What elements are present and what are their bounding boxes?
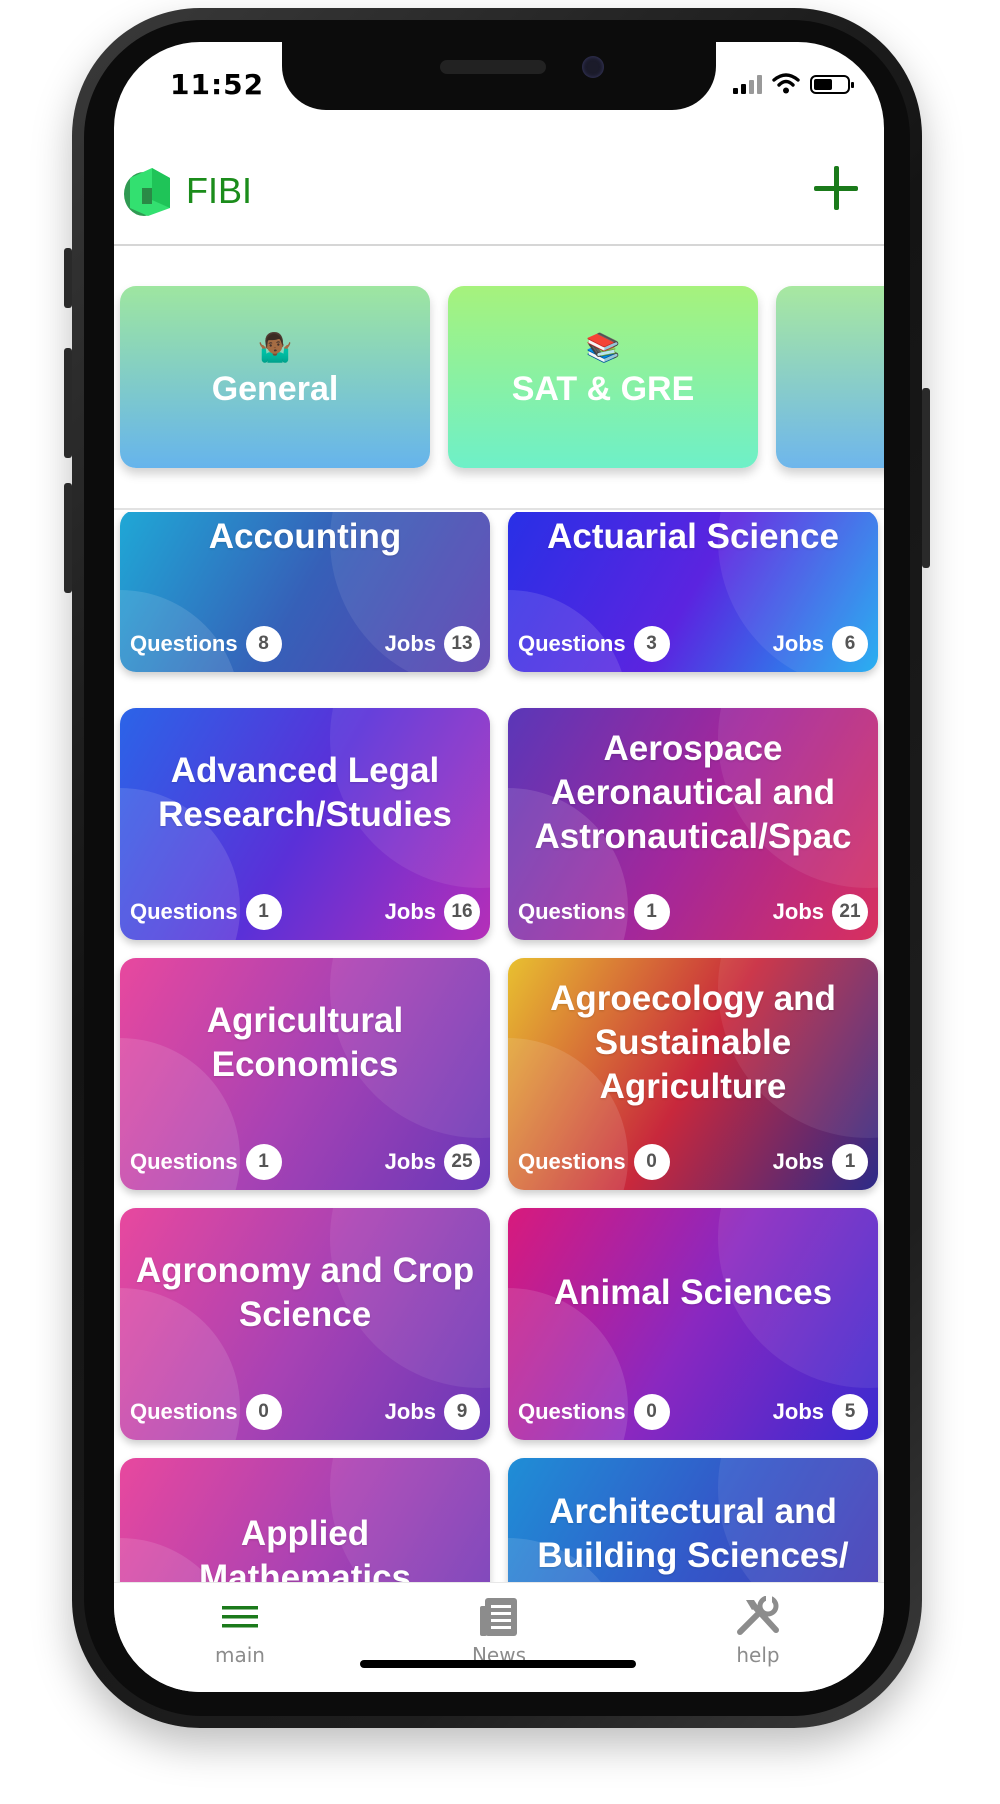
shrug-icon: 🤷🏾‍♂️	[257, 332, 293, 363]
front-camera	[582, 56, 604, 78]
tab-help[interactable]: help	[688, 1591, 828, 1667]
subject-card[interactable]: Applied Mathematics	[120, 1458, 490, 1582]
jobs-label: Jobs	[384, 1399, 436, 1424]
subject-title: Animal Sciences	[553, 1273, 833, 1312]
jobs-label: Jobs	[384, 631, 436, 656]
subject-title: Architectural and Building Sciences/	[537, 1492, 849, 1575]
jobs-label: Jobs	[772, 899, 824, 924]
subject-title: Agroecology and Sustainable Agriculture	[550, 979, 836, 1106]
app-screen: 11:52 FIBI 🤷🏾‍♂️ General 📚	[114, 42, 884, 1692]
jobs-count: 16	[444, 894, 480, 930]
category-card-general[interactable]: 🤷🏾‍♂️ General	[120, 286, 430, 468]
subject-stats: Questions 0 Jobs 1	[518, 1144, 868, 1180]
subject-title: Actuarial Science	[547, 517, 839, 556]
subject-card[interactable]: Actuarial Science Questions 3 Jobs 6	[508, 512, 878, 672]
questions-label: Questions	[518, 1399, 626, 1424]
jobs-label: Jobs	[384, 1149, 436, 1174]
subject-card[interactable]: Animal Sciences Questions 0 Jobs 5	[508, 1208, 878, 1440]
questions-count: 1	[245, 894, 282, 930]
subject-stats: Questions 3 Jobs 6	[518, 626, 868, 662]
subject-title: Advanced Legal Research/Studies	[158, 751, 452, 834]
tab-main[interactable]: main	[170, 1591, 310, 1667]
tab-label: help	[736, 1643, 780, 1667]
subject-grid[interactable]: Accounting Questions 8 Jobs 13 Actuarial S…	[114, 512, 884, 1582]
tab-news[interactable]: News	[429, 1591, 569, 1667]
category-card-sat-gre[interactable]: 📚 SAT & GRE	[448, 286, 758, 468]
fibi-logo-icon	[124, 168, 170, 216]
jobs-count: 6	[832, 626, 868, 662]
subject-title: Agricultural Economics	[206, 1001, 404, 1084]
subject-card[interactable]: Accounting Questions 8 Jobs 13	[120, 512, 490, 672]
questions-label: Questions	[130, 1149, 238, 1174]
subject-stats: Questions 1 Jobs 16	[130, 894, 480, 930]
home-indicator	[360, 1660, 636, 1668]
subject-stats: Questions 1 Jobs 21	[518, 894, 868, 930]
questions-count: 0	[633, 1394, 670, 1430]
app-title: FIBI	[186, 170, 253, 211]
subject-card[interactable]: Agronomy and Crop Science Questions 0 Job…	[120, 1208, 490, 1440]
questions-count: 0	[633, 1144, 670, 1180]
questions-count: 3	[633, 626, 670, 662]
questions-label: Questions	[130, 631, 238, 656]
subject-title: Aerospace Aeronautical and Astronautical…	[534, 729, 852, 856]
category-card-partial[interactable]: S	[776, 286, 884, 468]
subject-card[interactable]: Architectural and Building Sciences/	[508, 1458, 878, 1582]
subject-card[interactable]: Agroecology and Sustainable Agriculture …	[508, 958, 878, 1190]
questions-label: Questions	[518, 899, 626, 924]
subject-card[interactable]: Agricultural Economics Questions 1 Jobs 25	[120, 958, 490, 1190]
subject-card[interactable]: Advanced Legal Research/Studies Question…	[120, 708, 490, 940]
questions-count: 1	[245, 1144, 282, 1180]
subject-title: Accounting	[208, 517, 402, 556]
subject-stats: Questions 0 Jobs 5	[518, 1394, 868, 1430]
status-time: 11:52	[170, 68, 265, 101]
cellular-signal-icon	[733, 74, 762, 94]
subject-title: Agronomy and Crop Science	[135, 1251, 475, 1334]
questions-label: Questions	[518, 631, 626, 656]
questions-label: Questions	[518, 1149, 626, 1174]
tab-label: main	[215, 1643, 265, 1667]
jobs-label: Jobs	[772, 1399, 824, 1424]
questions-count: 8	[245, 626, 282, 662]
jobs-label: Jobs	[772, 631, 824, 656]
category-label: SAT & GRE	[511, 370, 695, 408]
books-icon: 📚	[585, 332, 621, 363]
questions-label: Questions	[130, 1399, 238, 1424]
questions-label: Questions	[130, 899, 238, 924]
jobs-count: 1	[832, 1144, 868, 1180]
menu-icon	[170, 1591, 310, 1643]
jobs-count: 21	[832, 894, 868, 930]
jobs-count: 5	[832, 1394, 868, 1430]
jobs-count: 13	[444, 626, 480, 662]
jobs-label: Jobs	[384, 899, 436, 924]
subject-card[interactable]: Aerospace Aeronautical and Astronautical…	[508, 708, 878, 940]
add-button[interactable]	[814, 166, 858, 210]
jobs-count: 25	[444, 1144, 480, 1180]
status-icons	[733, 72, 854, 94]
newspaper-icon	[429, 1591, 569, 1643]
category-label: S	[776, 332, 884, 371]
speaker	[440, 60, 546, 74]
category-label: General	[211, 370, 339, 408]
wifi-icon	[772, 73, 800, 94]
subject-stats: Questions 8 Jobs 13	[130, 626, 480, 662]
subject-title: Applied Mathematics	[198, 1514, 412, 1582]
bottom-tab-bar: main News help	[114, 1582, 884, 1692]
questions-count: 1	[633, 894, 670, 930]
jobs-count: 9	[444, 1394, 480, 1430]
notch	[282, 42, 716, 110]
category-carousel[interactable]: 🤷🏾‍♂️ General 📚 SAT & GRE S	[114, 246, 884, 510]
battery-icon	[810, 75, 854, 94]
subject-stats: Questions 0 Jobs 9	[130, 1394, 480, 1430]
app-header: FIBI	[114, 132, 884, 246]
questions-count: 0	[245, 1394, 282, 1430]
tools-icon	[688, 1591, 828, 1643]
subject-stats: Questions 1 Jobs 25	[130, 1144, 480, 1180]
jobs-label: Jobs	[772, 1149, 824, 1174]
